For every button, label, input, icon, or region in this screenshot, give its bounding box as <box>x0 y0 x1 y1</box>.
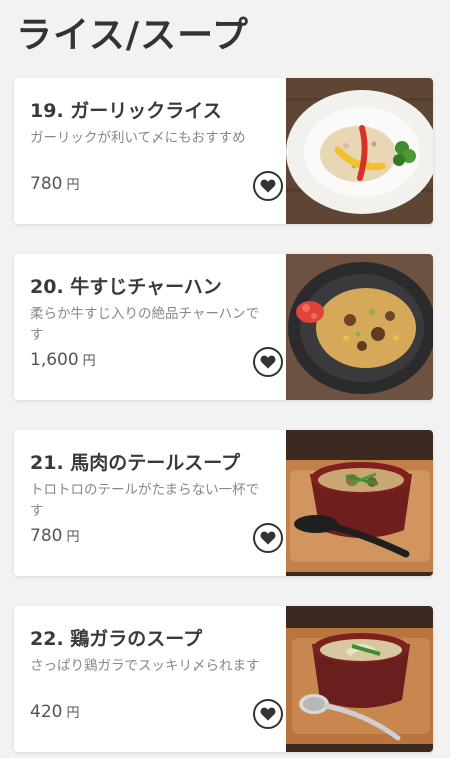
menu-item-description: ガーリックが利いて〆にもおすすめ <box>30 130 246 146</box>
menu-item-price: 780 円 <box>30 526 79 546</box>
menu-item-name: 19. ガーリックライス <box>30 100 222 122</box>
price-unit: 円 <box>66 178 80 193</box>
favorite-button[interactable] <box>253 171 283 201</box>
horse-tail-soup-photo <box>286 430 433 576</box>
heart-icon <box>260 531 276 545</box>
menu-item-price: 420 円 <box>30 702 79 722</box>
heart-icon <box>260 707 276 721</box>
menu-item-description: トロトロのテールがたまらない一杯です <box>30 482 260 519</box>
page-title: ライス/スープ <box>16 15 249 56</box>
garlic-rice-photo <box>286 78 433 224</box>
price-value: 1,600 <box>30 350 79 370</box>
price-unit: 円 <box>82 354 96 369</box>
heart-icon <box>260 179 276 193</box>
price-value: 780 <box>30 174 63 194</box>
menu-item-description: 柔らか牛すじ入りの絶品チャーハンです <box>30 306 260 343</box>
menu-item-name: 20. 牛すじチャーハン <box>30 276 222 298</box>
menu-item-price: 1,600 円 <box>30 350 96 370</box>
menu-item-card[interactable]: 20. 牛すじチャーハン 柔らか牛すじ入りの絶品チャーハンです 1,600 円 <box>14 254 433 400</box>
menu-item-card[interactable]: 22. 鶏ガラのスープ さっぱり鶏ガラでスッキリ〆られます 420 円 <box>14 606 433 752</box>
beef-fried-rice-photo <box>286 254 433 400</box>
menu-item-price: 780 円 <box>30 174 79 194</box>
menu-item-description: さっぱり鶏ガラでスッキリ〆られます <box>30 658 260 674</box>
favorite-button[interactable] <box>253 523 283 553</box>
menu-item-name: 21. 馬肉のテールスープ <box>30 452 241 474</box>
price-value: 420 <box>30 702 63 722</box>
heart-icon <box>260 355 276 369</box>
favorite-button[interactable] <box>253 347 283 377</box>
price-unit: 円 <box>66 530 80 545</box>
price-unit: 円 <box>66 706 80 721</box>
chicken-soup-photo <box>286 606 433 752</box>
menu-item-card[interactable]: 19. ガーリックライス ガーリックが利いて〆にもおすすめ 780 円 <box>14 78 433 224</box>
menu-item-card[interactable]: 21. 馬肉のテールスープ トロトロのテールがたまらない一杯です 780 円 <box>14 430 433 576</box>
price-value: 780 <box>30 526 63 546</box>
favorite-button[interactable] <box>253 699 283 729</box>
menu-item-name: 22. 鶏ガラのスープ <box>30 628 203 650</box>
